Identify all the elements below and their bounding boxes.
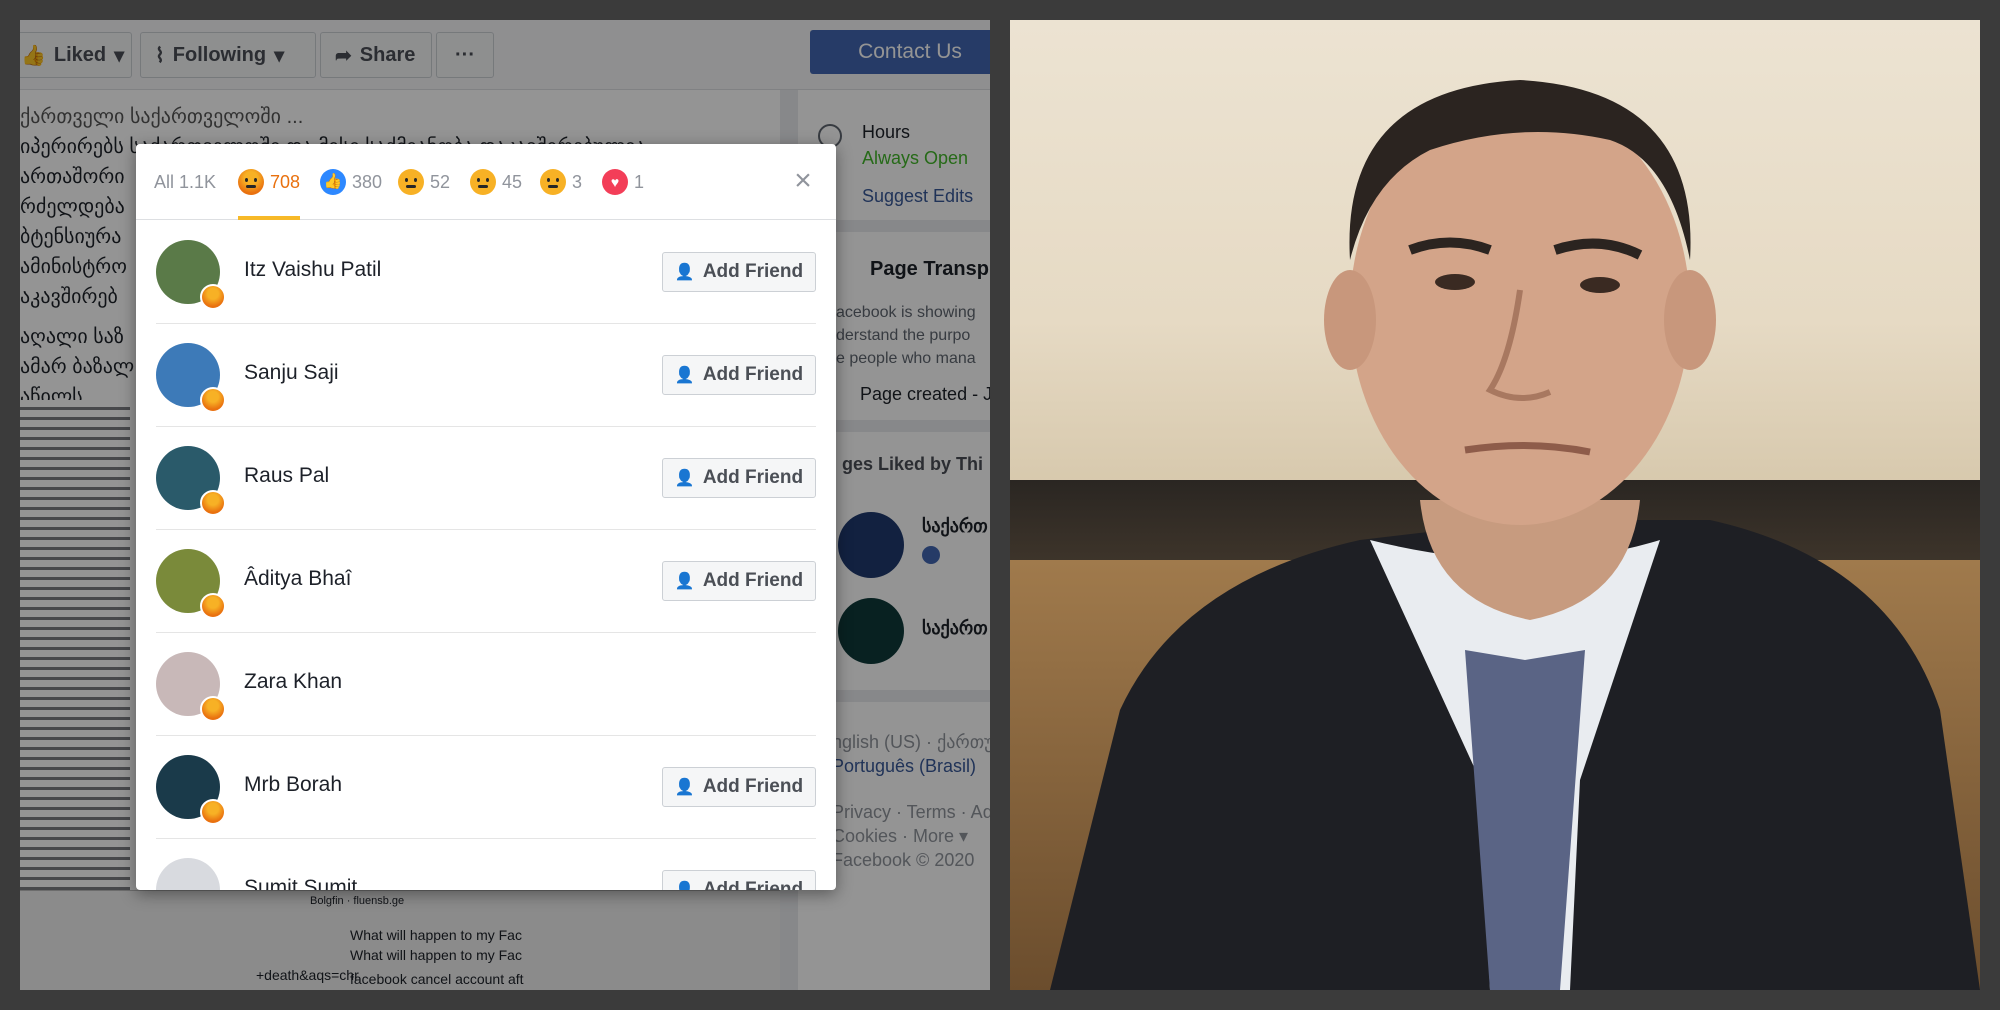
love-reaction-icon: ♥	[602, 169, 628, 195]
angry-reaction-badge-icon	[200, 593, 226, 619]
add-friend-label: Add Friend	[702, 570, 804, 591]
reactor-row: Zara Khan	[156, 634, 816, 736]
tab-count: 708	[270, 171, 301, 192]
angry-reaction-badge-icon	[200, 490, 226, 516]
tab-wow[interactable]: 52	[398, 166, 450, 198]
angry-reaction-badge-icon	[200, 387, 226, 413]
active-tab-indicator	[238, 216, 300, 220]
angry-reaction-icon	[238, 169, 264, 195]
add-person-icon: 👤	[674, 264, 695, 281]
reactor-name[interactable]: Sanju Saji	[244, 361, 339, 385]
tab-count: 380	[352, 171, 383, 192]
eye	[1435, 274, 1475, 290]
tab-count: 3	[572, 171, 583, 192]
reactor-name[interactable]: Zara Khan	[244, 670, 342, 694]
reactor-name[interactable]: Âditya Bhaî	[244, 567, 351, 591]
add-person-icon: 👤	[674, 470, 695, 487]
angry-reaction-badge-icon	[200, 799, 226, 825]
ear	[1324, 270, 1376, 370]
tab-count: 1	[634, 171, 645, 192]
add-person-icon: 👤	[674, 367, 695, 384]
add-friend-button[interactable]: 👤 Add Friend	[662, 561, 816, 601]
wow-reaction-icon	[398, 169, 424, 195]
ear	[1664, 270, 1716, 370]
tab-sad[interactable]: 45	[470, 166, 522, 198]
angry-reaction-badge-icon	[200, 696, 226, 722]
add-friend-button[interactable]: 👤 Add Friend	[662, 767, 816, 807]
add-person-icon: 👤	[674, 573, 695, 590]
add-person-icon: 👤	[674, 779, 695, 796]
reaction-tabs: All 1.1K 708 👍 380 52 45 3 ♥ 1 ×	[136, 144, 836, 220]
reactor-row: Raus Pal 👤 Add Friend	[156, 428, 816, 530]
tab-angry[interactable]: 708	[238, 166, 300, 198]
reactor-name[interactable]: Sumit Sumit	[244, 876, 357, 890]
add-friend-button[interactable]: 👤 Add Friend	[662, 252, 816, 292]
reactions-dialog: All 1.1K 708 👍 380 52 45 3 ♥ 1 × Itz Vai…	[136, 144, 836, 890]
reactor-name[interactable]: Itz Vaishu Patil	[244, 258, 381, 282]
reactor-row: Âditya Bhaî 👤 Add Friend	[156, 531, 816, 633]
add-friend-label: Add Friend	[702, 467, 804, 488]
add-friend-label: Add Friend	[702, 261, 804, 282]
add-friend-label: Add Friend	[702, 776, 804, 797]
portrait-photo	[1010, 20, 1980, 990]
add-friend-button[interactable]: 👤 Add Friend	[662, 458, 816, 498]
tab-haha[interactable]: 3	[540, 166, 582, 198]
close-icon[interactable]: ×	[788, 166, 818, 196]
reactor-name[interactable]: Raus Pal	[244, 464, 329, 488]
avatar[interactable]	[156, 858, 220, 890]
add-friend-label: Add Friend	[702, 879, 804, 890]
facebook-screenshot-panel: ქართველი საქართველოში ... იპერირებს საქა…	[20, 20, 990, 990]
tab-all-label: All 1.1K	[154, 171, 217, 192]
like-reaction-icon: 👍	[320, 169, 346, 195]
add-friend-button[interactable]: 👤 Add Friend	[662, 870, 816, 890]
man-portrait-illustration	[1050, 80, 1980, 990]
eye	[1580, 277, 1620, 293]
tab-all[interactable]: All 1.1K	[154, 166, 216, 198]
tab-count: 52	[430, 171, 451, 192]
tab-love[interactable]: ♥ 1	[602, 166, 644, 198]
tab-count: 45	[502, 171, 523, 192]
reactor-row: Mrb Borah 👤 Add Friend	[156, 737, 816, 839]
add-friend-label: Add Friend	[702, 364, 804, 385]
angry-reaction-badge-icon	[200, 284, 226, 310]
add-friend-button[interactable]: 👤 Add Friend	[662, 355, 816, 395]
reactor-row: Sumit Sumit 👤 Add Friend	[156, 840, 816, 890]
sad-reaction-icon	[470, 169, 496, 195]
reactor-row: Sanju Saji 👤 Add Friend	[156, 325, 816, 427]
reactor-row: Itz Vaishu Patil 👤 Add Friend	[156, 222, 816, 324]
reactor-name[interactable]: Mrb Borah	[244, 773, 342, 797]
add-person-icon: 👤	[675, 880, 695, 890]
haha-reaction-icon	[540, 169, 566, 195]
tab-like[interactable]: 👍 380	[320, 166, 382, 198]
